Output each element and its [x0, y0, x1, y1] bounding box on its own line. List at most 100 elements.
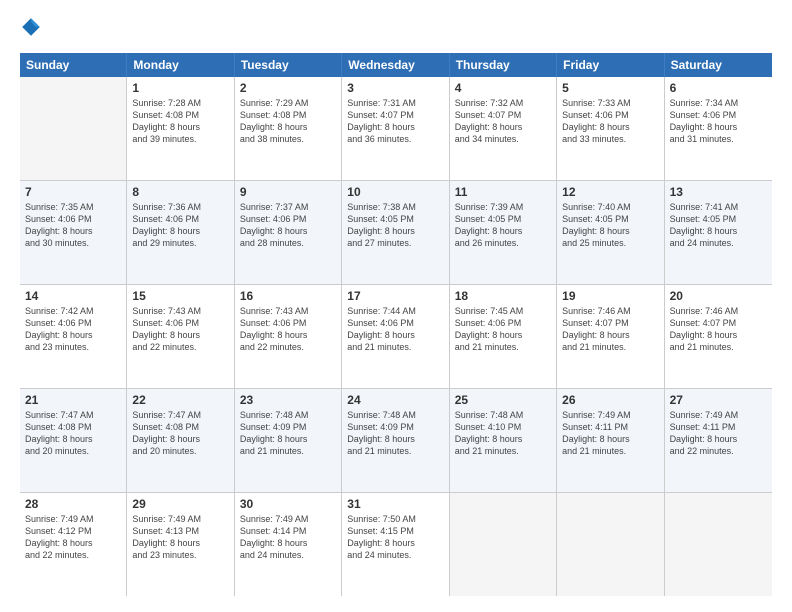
cell-text-line: Sunrise: 7:46 AM [562, 305, 658, 317]
cell-text-line: Daylight: 8 hours [132, 433, 228, 445]
day-cell-16: 16Sunrise: 7:43 AMSunset: 4:06 PMDayligh… [235, 285, 342, 388]
day-number: 3 [347, 81, 443, 95]
logo [20, 16, 46, 43]
header-day-sunday: Sunday [20, 53, 127, 77]
day-cell-31: 31Sunrise: 7:50 AMSunset: 4:15 PMDayligh… [342, 493, 449, 596]
cell-text-line: and 21 minutes. [347, 341, 443, 353]
day-cell-19: 19Sunrise: 7:46 AMSunset: 4:07 PMDayligh… [557, 285, 664, 388]
header-day-thursday: Thursday [450, 53, 557, 77]
cell-text-line: Sunset: 4:06 PM [25, 213, 121, 225]
day-cell-23: 23Sunrise: 7:48 AMSunset: 4:09 PMDayligh… [235, 389, 342, 492]
cell-text-line: Sunrise: 7:35 AM [25, 201, 121, 213]
header-day-monday: Monday [127, 53, 234, 77]
cell-text-line: Daylight: 8 hours [562, 433, 658, 445]
cell-text-line: Sunrise: 7:33 AM [562, 97, 658, 109]
day-cell-24: 24Sunrise: 7:48 AMSunset: 4:09 PMDayligh… [342, 389, 449, 492]
cell-text-line: Daylight: 8 hours [347, 329, 443, 341]
cell-text-line: and 30 minutes. [25, 237, 121, 249]
cell-text-line: Sunrise: 7:34 AM [670, 97, 767, 109]
cell-text-line: Sunrise: 7:38 AM [347, 201, 443, 213]
cell-text-line: Sunrise: 7:50 AM [347, 513, 443, 525]
calendar-week-2: 7Sunrise: 7:35 AMSunset: 4:06 PMDaylight… [20, 181, 772, 285]
cell-text-line: Daylight: 8 hours [670, 433, 767, 445]
day-number: 10 [347, 185, 443, 199]
cell-text-line: and 21 minutes. [455, 445, 551, 457]
cell-text-line: Daylight: 8 hours [25, 329, 121, 341]
cell-text-line: Daylight: 8 hours [25, 225, 121, 237]
cell-text-line: and 22 minutes. [25, 549, 121, 561]
cell-text-line: Sunrise: 7:36 AM [132, 201, 228, 213]
cell-text-line: Daylight: 8 hours [347, 121, 443, 133]
day-number: 9 [240, 185, 336, 199]
cell-text-line: Sunrise: 7:39 AM [455, 201, 551, 213]
cell-text-line: and 21 minutes. [347, 445, 443, 457]
cell-text-line: Sunset: 4:06 PM [240, 317, 336, 329]
cell-text-line: Sunrise: 7:43 AM [240, 305, 336, 317]
day-number: 23 [240, 393, 336, 407]
day-number: 13 [670, 185, 767, 199]
day-number: 2 [240, 81, 336, 95]
cell-text-line: and 22 minutes. [240, 341, 336, 353]
cell-text-line: Sunset: 4:06 PM [562, 109, 658, 121]
day-number: 17 [347, 289, 443, 303]
cell-text-line: Daylight: 8 hours [455, 329, 551, 341]
cell-text-line: and 21 minutes. [240, 445, 336, 457]
cell-text-line: Sunset: 4:06 PM [132, 213, 228, 225]
day-number: 28 [25, 497, 121, 511]
cell-text-line: Sunset: 4:13 PM [132, 525, 228, 537]
cell-text-line: Daylight: 8 hours [562, 121, 658, 133]
cell-text-line: Daylight: 8 hours [132, 225, 228, 237]
cell-text-line: and 22 minutes. [132, 341, 228, 353]
day-number: 5 [562, 81, 658, 95]
day-number: 22 [132, 393, 228, 407]
day-cell-8: 8Sunrise: 7:36 AMSunset: 4:06 PMDaylight… [127, 181, 234, 284]
cell-text-line: Daylight: 8 hours [670, 329, 767, 341]
cell-text-line: and 23 minutes. [132, 549, 228, 561]
cell-text-line: Sunrise: 7:49 AM [25, 513, 121, 525]
cell-text-line: Sunrise: 7:49 AM [240, 513, 336, 525]
day-cell-15: 15Sunrise: 7:43 AMSunset: 4:06 PMDayligh… [127, 285, 234, 388]
cell-text-line: Daylight: 8 hours [132, 329, 228, 341]
empty-cell [20, 77, 127, 180]
day-number: 14 [25, 289, 121, 303]
cell-text-line: Sunset: 4:05 PM [347, 213, 443, 225]
cell-text-line: Daylight: 8 hours [240, 121, 336, 133]
day-cell-20: 20Sunrise: 7:46 AMSunset: 4:07 PMDayligh… [665, 285, 772, 388]
cell-text-line: Sunrise: 7:48 AM [347, 409, 443, 421]
day-cell-22: 22Sunrise: 7:47 AMSunset: 4:08 PMDayligh… [127, 389, 234, 492]
cell-text-line: Sunset: 4:05 PM [562, 213, 658, 225]
cell-text-line: Sunrise: 7:45 AM [455, 305, 551, 317]
cell-text-line: Sunset: 4:11 PM [562, 421, 658, 433]
cell-text-line: Sunrise: 7:41 AM [670, 201, 767, 213]
day-cell-21: 21Sunrise: 7:47 AMSunset: 4:08 PMDayligh… [20, 389, 127, 492]
cell-text-line: Daylight: 8 hours [240, 537, 336, 549]
cell-text-line: Daylight: 8 hours [240, 329, 336, 341]
day-cell-2: 2Sunrise: 7:29 AMSunset: 4:08 PMDaylight… [235, 77, 342, 180]
cell-text-line: Sunset: 4:08 PM [132, 109, 228, 121]
cell-text-line: Daylight: 8 hours [132, 121, 228, 133]
calendar: SundayMondayTuesdayWednesdayThursdayFrid… [20, 53, 772, 596]
cell-text-line: Sunset: 4:06 PM [132, 317, 228, 329]
cell-text-line: and 21 minutes. [670, 341, 767, 353]
cell-text-line: and 24 minutes. [240, 549, 336, 561]
cell-text-line: and 24 minutes. [347, 549, 443, 561]
day-number: 15 [132, 289, 228, 303]
cell-text-line: Sunset: 4:08 PM [132, 421, 228, 433]
cell-text-line: and 23 minutes. [25, 341, 121, 353]
cell-text-line: and 31 minutes. [670, 133, 767, 145]
cell-text-line: and 22 minutes. [670, 445, 767, 457]
cell-text-line: and 27 minutes. [347, 237, 443, 249]
cell-text-line: Sunrise: 7:37 AM [240, 201, 336, 213]
day-number: 1 [132, 81, 228, 95]
day-cell-25: 25Sunrise: 7:48 AMSunset: 4:10 PMDayligh… [450, 389, 557, 492]
cell-text-line: Daylight: 8 hours [347, 433, 443, 445]
header-day-wednesday: Wednesday [342, 53, 449, 77]
cell-text-line: and 26 minutes. [455, 237, 551, 249]
calendar-body: 1Sunrise: 7:28 AMSunset: 4:08 PMDaylight… [20, 77, 772, 596]
day-cell-18: 18Sunrise: 7:45 AMSunset: 4:06 PMDayligh… [450, 285, 557, 388]
day-number: 20 [670, 289, 767, 303]
cell-text-line: Sunset: 4:09 PM [240, 421, 336, 433]
cell-text-line: Sunset: 4:06 PM [25, 317, 121, 329]
logo-icon [20, 16, 42, 43]
calendar-week-5: 28Sunrise: 7:49 AMSunset: 4:12 PMDayligh… [20, 493, 772, 596]
